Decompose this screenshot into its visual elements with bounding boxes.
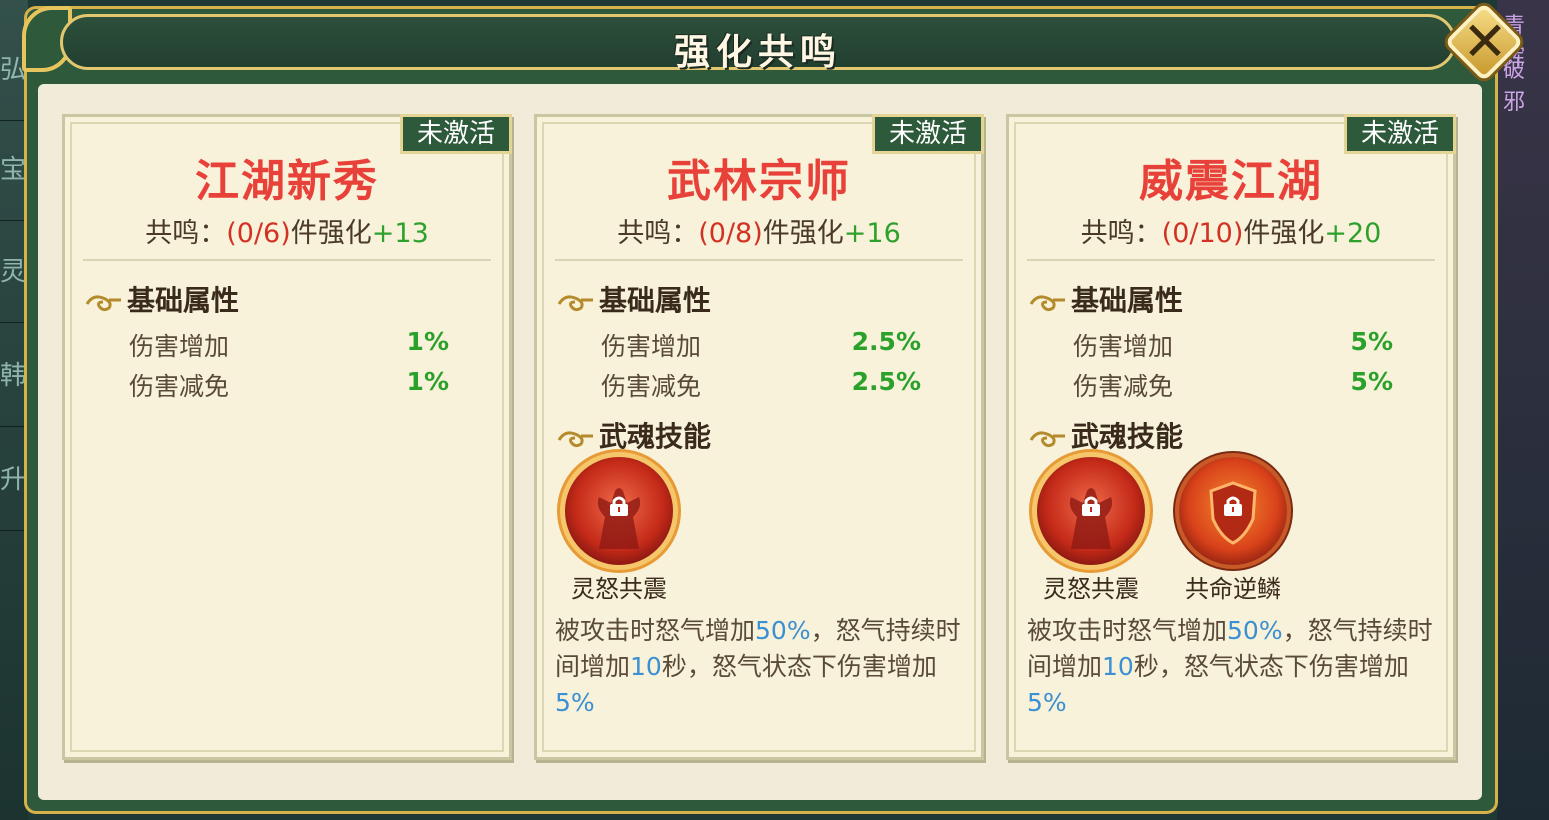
attribute-value: 2.5% xyxy=(851,367,921,396)
base-attributes-heading: 基础属性 xyxy=(555,279,712,317)
attribute-label: 伤害增加 xyxy=(601,332,702,361)
skill-description: 被攻击时怒气增加50%，怒气持续时间增加10秒，怒气状态下伤害增加5% xyxy=(1027,613,1443,721)
attribute-label: 伤害减免 xyxy=(601,372,702,401)
resonance-count: (0/6) xyxy=(226,218,291,249)
resonance-bonus: +13 xyxy=(371,218,429,249)
attribute-label: 伤害增加 xyxy=(1073,332,1174,361)
desc-value: 50% xyxy=(1227,616,1283,645)
skills-heading: 武魂技能 xyxy=(555,415,712,453)
attribute-value: 1% xyxy=(406,327,449,356)
base-attributes-label: 基础属性 xyxy=(1071,284,1184,317)
resonance-count: (0/8) xyxy=(698,218,763,249)
skill-name: 灵怒共震 xyxy=(1043,575,1139,603)
resonance-label: 共鸣： xyxy=(617,218,699,249)
skill-shared-scale[interactable]: 共命逆鳞 xyxy=(1171,457,1295,604)
desc-value: 10 xyxy=(630,652,662,681)
resonance-mid: 件强化 xyxy=(1243,218,1325,249)
attribute-value: 5% xyxy=(1350,367,1393,396)
divider xyxy=(555,259,963,261)
resonance-requirement: 共鸣：(0/6)件强化+13 xyxy=(65,211,509,250)
dialog-header: 强化共鸣 xyxy=(60,14,1456,73)
desc-text: 秒，怒气状态下伤害增加 xyxy=(661,652,937,681)
resonance-label: 共鸣： xyxy=(1080,218,1162,249)
skills-label: 武魂技能 xyxy=(599,420,712,453)
skills-label: 武魂技能 xyxy=(1071,420,1184,453)
card-title: 江湖新秀 xyxy=(195,156,379,207)
dialog-title: 强化共鸣 xyxy=(673,32,842,73)
background-tab: 宝 xyxy=(0,120,26,221)
card-title: 武林宗师 xyxy=(667,156,851,207)
lock-icon xyxy=(610,496,628,516)
resonance-mid: 件强化 xyxy=(290,218,372,249)
desc-value: 10 xyxy=(1102,652,1134,681)
resonance-count: (0/10) xyxy=(1161,218,1244,249)
dialog-content: 未激活 江湖新秀 共鸣：(0/6)件强化+13 基础属性 伤害增加 1% 伤害减… xyxy=(38,84,1482,800)
desc-value: 5% xyxy=(1027,688,1067,717)
skills-heading: 武魂技能 xyxy=(1027,415,1184,453)
resonance-card-1: 未激活 江湖新秀 共鸣：(0/6)件强化+13 基础属性 伤害增加 1% 伤害减… xyxy=(62,114,512,760)
background-tab: 韩 xyxy=(0,326,26,427)
divider xyxy=(1027,259,1435,261)
desc-text: 被攻击时怒气增加 xyxy=(555,616,756,645)
desc-value: 50% xyxy=(755,616,811,645)
rage-figure-icon xyxy=(565,457,673,565)
attribute-label: 伤害减免 xyxy=(129,372,230,401)
close-button[interactable]: ✕ xyxy=(1444,2,1526,84)
skill-rage-resonance[interactable]: 灵怒共震 xyxy=(557,457,681,604)
rage-figure-icon xyxy=(1037,457,1145,565)
base-attributes-label: 基础属性 xyxy=(127,284,240,317)
close-icon: ✕ xyxy=(1462,10,1508,73)
attribute-row: 伤害增加 2.5% xyxy=(601,327,921,361)
base-attributes-heading: 基础属性 xyxy=(83,279,240,317)
divider xyxy=(83,259,491,261)
background-tab: 灵 xyxy=(0,222,26,323)
swirl-icon xyxy=(85,295,121,312)
resonance-requirement: 共鸣：(0/8)件强化+16 xyxy=(537,211,981,250)
desc-value: 5% xyxy=(555,688,595,717)
resonance-label: 共鸣： xyxy=(145,218,227,249)
swirl-icon xyxy=(557,295,593,312)
resonance-bonus: +16 xyxy=(843,218,901,249)
swirl-icon xyxy=(1029,295,1065,312)
base-attributes-label: 基础属性 xyxy=(599,284,712,317)
background-right-strip: 青辉 破邪 xyxy=(1497,0,1549,820)
attribute-row: 伤害减免 1% xyxy=(129,367,449,401)
swirl-icon xyxy=(1029,431,1065,448)
lock-icon xyxy=(1224,496,1242,516)
resonance-card-2: 未激活 武林宗师 共鸣：(0/8)件强化+16 基础属性 伤害增加 2.5% 伤… xyxy=(534,114,984,760)
attribute-label: 伤害减免 xyxy=(1073,372,1174,401)
resonance-card-3: 未激活 威震江湖 共鸣：(0/10)件强化+20 基础属性 伤害增加 5% 伤害… xyxy=(1006,114,1456,760)
skill-description: 被攻击时怒气增加50%，怒气持续时间增加10秒，怒气状态下伤害增加5% xyxy=(555,613,971,721)
attribute-label: 伤害增加 xyxy=(129,332,230,361)
skill-rage-resonance[interactable]: 灵怒共震 xyxy=(1029,457,1153,604)
shield-swirl-icon xyxy=(1179,457,1287,565)
resonance-mid: 件强化 xyxy=(762,218,844,249)
attribute-row: 伤害增加 5% xyxy=(1073,327,1393,361)
lock-icon xyxy=(1082,496,1100,516)
base-attributes-heading: 基础属性 xyxy=(1027,279,1184,317)
swirl-icon xyxy=(557,431,593,448)
card-title: 威震江湖 xyxy=(1139,156,1323,207)
desc-text: 被攻击时怒气增加 xyxy=(1027,616,1228,645)
attribute-value: 2.5% xyxy=(851,327,921,356)
attribute-value: 1% xyxy=(406,367,449,396)
resonance-bonus: +20 xyxy=(1324,218,1382,249)
skill-name: 共命逆鳞 xyxy=(1185,575,1281,603)
attribute-row: 伤害减免 2.5% xyxy=(601,367,921,401)
background-tab: 升 xyxy=(0,430,26,531)
desc-text: 秒，怒气状态下伤害增加 xyxy=(1133,652,1409,681)
attribute-row: 伤害增加 1% xyxy=(129,327,449,361)
skill-name: 灵怒共震 xyxy=(571,575,667,603)
resonance-requirement: 共鸣：(0/10)件强化+20 xyxy=(1009,211,1453,250)
attribute-row: 伤害减免 5% xyxy=(1073,367,1393,401)
attribute-value: 5% xyxy=(1350,327,1393,356)
